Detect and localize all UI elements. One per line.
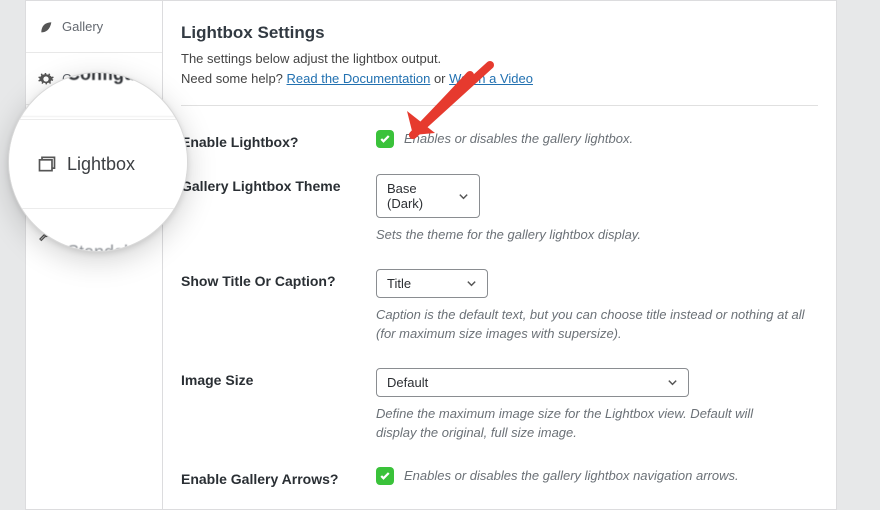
label-enable-lightbox: Enable Lightbox? (181, 130, 376, 150)
help-enable-lightbox: Enables or disables the gallery lightbox… (404, 132, 633, 147)
label-show-title: Show Title Or Caption? (181, 269, 376, 289)
select-value: Base (Dark) (387, 181, 450, 211)
label-lightbox-theme: Gallery Lightbox Theme (181, 174, 376, 194)
page-title: Lightbox Settings (181, 23, 818, 43)
show-title-select[interactable]: Title (376, 269, 488, 298)
row-show-title: Show Title Or Caption? Title Caption is … (181, 245, 818, 344)
label-image-size: Image Size (181, 368, 376, 388)
chevron-down-icon (667, 377, 678, 388)
help-show-title: Caption is the default text, but you can… (376, 306, 806, 344)
chevron-down-icon (458, 191, 469, 202)
intro-text: The settings below adjust the lightbox o… (181, 49, 818, 89)
help-image-size: Define the maximum image size for the Li… (376, 405, 796, 443)
sidebar-item-gallery[interactable]: Gallery (26, 1, 162, 53)
image-size-select[interactable]: Default (376, 368, 689, 397)
help-gallery-arrows: Enables or disables the gallery lightbox… (404, 468, 739, 483)
select-value: Default (387, 375, 428, 390)
row-lightbox-theme: Gallery Lightbox Theme Base (Dark) Sets … (181, 150, 818, 245)
doc-link[interactable]: Read the Documentation (287, 71, 431, 86)
row-enable-lightbox: Enable Lightbox? Enables or disables the… (181, 106, 818, 150)
lightbox-icon (37, 154, 57, 174)
lightbox-theme-select[interactable]: Base (Dark) (376, 174, 480, 218)
row-gallery-arrows: Enable Gallery Arrows? Enables or disabl… (181, 443, 818, 487)
chevron-down-icon (466, 278, 477, 289)
page-icon (37, 242, 57, 252)
check-icon (379, 470, 391, 482)
gallery-arrows-checkbox[interactable] (376, 467, 394, 485)
magnified-standalone: Standalone (9, 213, 187, 252)
help-lightbox-theme: Sets the theme for the gallery lightbox … (376, 226, 818, 245)
leaf-icon (38, 19, 54, 35)
select-value: Title (387, 276, 411, 291)
check-icon (379, 133, 391, 145)
enable-lightbox-checkbox[interactable] (376, 130, 394, 148)
gear-icon (37, 72, 57, 85)
magnified-configure: Configure (9, 72, 187, 117)
settings-main: Lightbox Settings The settings below adj… (163, 1, 836, 509)
magnified-lightbox: Lightbox (9, 119, 187, 209)
sidebar-item-label: Gallery (62, 19, 103, 34)
video-link[interactable]: Watch a Video (449, 71, 533, 86)
label-gallery-arrows: Enable Gallery Arrows? (181, 467, 376, 487)
magnifier-overlay: Configure Lightbox Standalone (8, 72, 188, 252)
row-image-size: Image Size Default Define the maximum im… (181, 344, 818, 443)
